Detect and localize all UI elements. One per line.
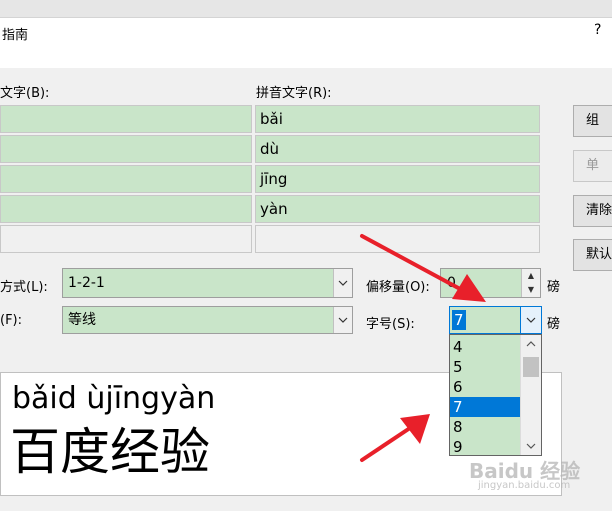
chevron-down-icon[interactable] <box>333 269 352 297</box>
spin-down-icon[interactable]: ▼ <box>522 283 540 297</box>
single-button[interactable]: 单 <box>573 150 612 182</box>
size-combo[interactable]: 7 <box>449 306 542 334</box>
dropdown-scrollbar[interactable] <box>520 335 541 455</box>
alignment-combo[interactable]: 1-2-1 <box>62 268 353 298</box>
dialog-titlebar <box>0 18 612 68</box>
base-text-field-2[interactable] <box>0 135 252 163</box>
offset-label: 偏移量(O): <box>366 280 430 295</box>
scroll-down-icon[interactable] <box>521 437 541 455</box>
scroll-thumb[interactable] <box>523 357 539 377</box>
size-option[interactable]: 9 <box>450 437 520 455</box>
chevron-down-icon[interactable] <box>520 307 541 333</box>
background-window-strip <box>0 0 612 17</box>
clear-button[interactable]: 清除 <box>573 195 612 227</box>
size-dropdown-list[interactable]: 4 5 6 7 8 9 <box>449 334 542 456</box>
offset-value: 0 <box>447 275 456 291</box>
base-text-field-4[interactable] <box>0 195 252 223</box>
dialog-title: 指南 <box>2 28 29 43</box>
size-option[interactable]: 5 <box>450 357 520 377</box>
help-button[interactable]: ? <box>594 22 601 38</box>
preview-hanzi: 百度经验 <box>10 423 210 481</box>
ruby-text-label: 拼音文字(R): <box>256 86 332 101</box>
font-label: (F): <box>0 313 23 328</box>
watermark-url: jingyan.baidu.com <box>478 480 571 491</box>
preview-pinyin: bǎid ùjīngyàn <box>12 381 216 416</box>
font-combo[interactable]: 等线 <box>62 306 353 334</box>
base-text-field-1[interactable] <box>0 105 252 133</box>
base-text-label: 文字(B): <box>0 86 50 101</box>
ruby-text-field-5[interactable] <box>255 225 540 253</box>
default-button[interactable]: 默认 <box>573 239 612 271</box>
group-button[interactable]: 组 <box>573 105 612 137</box>
ruby-text-field-1[interactable]: bǎi <box>255 105 540 133</box>
ruby-text-field-2[interactable]: dù <box>255 135 540 163</box>
font-value: 等线 <box>68 312 96 328</box>
base-text-field-5[interactable] <box>0 225 252 253</box>
size-option-selected[interactable]: 7 <box>450 397 520 417</box>
alignment-value: 1-2-1 <box>68 275 105 291</box>
offset-spinner[interactable]: 0 ▲ ▼ <box>440 268 541 298</box>
size-option[interactable]: 6 <box>450 377 520 397</box>
base-text-field-3[interactable] <box>0 165 252 193</box>
size-option[interactable]: 4 <box>450 337 520 357</box>
alignment-label: 方式(L): <box>0 280 48 295</box>
size-option[interactable]: 8 <box>450 417 520 437</box>
ruby-text-field-3[interactable]: jīng <box>255 165 540 193</box>
scroll-up-icon[interactable] <box>521 335 541 353</box>
size-unit: 磅 <box>547 317 561 332</box>
ruby-text-field-4[interactable]: yàn <box>255 195 540 223</box>
size-label: 字号(S): <box>366 317 415 332</box>
offset-unit: 磅 <box>547 280 561 295</box>
chevron-down-icon[interactable] <box>333 307 352 333</box>
size-value: 7 <box>452 310 466 330</box>
offset-spin-buttons[interactable]: ▲ ▼ <box>521 269 540 297</box>
